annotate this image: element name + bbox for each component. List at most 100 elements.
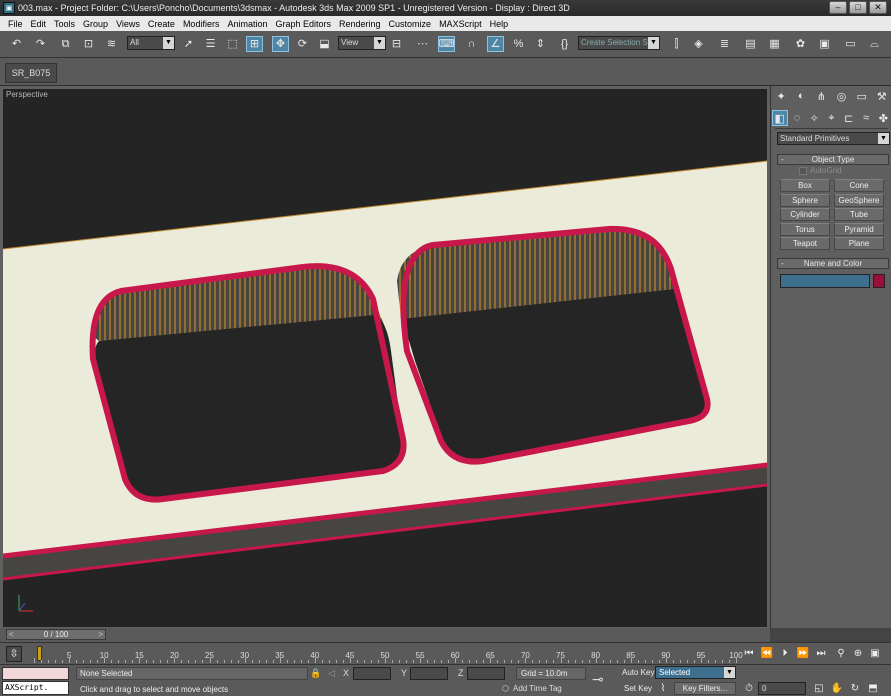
key-tangent-icon[interactable]: ⌇ <box>656 682 670 696</box>
add-time-tag[interactable]: ⬡ Add Time Tag <box>502 684 562 693</box>
play-icon[interactable]: ⏵ <box>778 647 792 661</box>
object-color-swatch[interactable] <box>873 274 885 288</box>
display-tab-icon[interactable]: ▭ <box>854 88 870 104</box>
menu-animation[interactable]: Animation <box>223 19 271 29</box>
next-frame-icon[interactable]: ⏩ <box>796 647 810 661</box>
pan-view-icon[interactable]: ✋ <box>830 682 844 696</box>
motion-tab-icon[interactable]: ◎ <box>834 88 850 104</box>
spinner-snap-icon[interactable]: ⇕ <box>532 36 549 52</box>
box-button[interactable]: Box <box>780 179 830 192</box>
unlink-icon[interactable]: ⊡ <box>80 36 97 52</box>
percent-snap-icon[interactable]: % <box>510 36 527 52</box>
align-icon[interactable]: ◈ <box>690 36 707 52</box>
zoom-all-icon[interactable]: ⊕ <box>851 647 865 661</box>
menu-edit[interactable]: Edit <box>27 19 51 29</box>
hierarchy-tab-icon[interactable]: ⋔ <box>813 88 829 104</box>
selection-lock-icon[interactable]: 🔒 <box>310 668 321 679</box>
zoom-extents-icon[interactable]: ▣ <box>868 647 882 661</box>
redo-icon[interactable]: ↷ <box>32 36 49 52</box>
prev-frame-icon[interactable]: ⏪ <box>760 647 774 661</box>
select-by-name-icon[interactable]: ☰ <box>202 36 219 52</box>
modify-tab-icon[interactable]: ◐ <box>793 88 809 104</box>
layer-manager-icon[interactable]: ≣ <box>716 36 733 52</box>
torus-button[interactable]: Torus <box>780 223 830 236</box>
orbit-icon[interactable]: ↻ <box>848 682 862 696</box>
absolute-mode-icon[interactable]: ◁ <box>328 668 335 679</box>
keyboard-shortcut-icon[interactable]: ⌨ <box>438 36 455 52</box>
z-coordinate-field[interactable] <box>467 667 505 680</box>
x-coordinate-field[interactable] <box>353 667 391 680</box>
select-and-link-icon[interactable]: ⧉ <box>57 36 74 52</box>
mirror-icon[interactable]: ⫿ <box>668 36 685 52</box>
viewport-label[interactable]: Perspective <box>6 90 48 99</box>
maximize-viewport-icon[interactable]: ⬒ <box>866 682 880 696</box>
select-move-icon[interactable]: ✥ <box>272 36 289 52</box>
undo-icon[interactable]: ↶ <box>8 36 25 52</box>
menu-modifiers[interactable]: Modifiers <box>179 19 224 29</box>
quick-render-icon[interactable]: ⌓ <box>866 36 883 52</box>
key-selection-dropdown[interactable]: Selected ▼ <box>655 666 736 679</box>
tube-button[interactable]: Tube <box>834 208 884 221</box>
time-cursor[interactable] <box>37 646 42 661</box>
go-to-start-icon[interactable]: ⏮ <box>742 647 756 661</box>
systems-icon[interactable]: ✤ <box>875 110 891 126</box>
menu-create[interactable]: Create <box>144 19 179 29</box>
plane-button[interactable]: Plane <box>834 237 884 250</box>
teapot-button[interactable]: Teapot <box>780 237 830 250</box>
close-button[interactable]: ✕ <box>869 1 887 14</box>
reference-coordinate-dropdown[interactable]: View ▼ <box>338 36 386 50</box>
material-editor-icon[interactable]: ✿ <box>792 36 809 52</box>
select-scale-icon[interactable]: ⬓ <box>316 36 333 52</box>
select-rotate-icon[interactable]: ⟳ <box>294 36 311 52</box>
autogrid-checkbox[interactable]: AutoGrid <box>799 166 842 175</box>
create-tab-icon[interactable]: ✦ <box>773 88 789 104</box>
pivot-center-icon[interactable]: ⊟ <box>388 36 405 52</box>
y-coordinate-field[interactable] <box>410 667 448 680</box>
render-setup-icon[interactable]: ▣ <box>816 36 833 52</box>
menu-maxscript[interactable]: MAXScript <box>435 19 486 29</box>
rectangular-selection-icon[interactable]: ⬚ <box>224 36 241 52</box>
prev-frame-arrow[interactable]: < <box>9 630 14 639</box>
select-object-icon[interactable]: ➚ <box>180 36 197 52</box>
maxscript-mini-listener[interactable]: AXScript. <box>2 681 69 695</box>
object-name-field[interactable] <box>780 274 870 288</box>
menu-file[interactable]: File <box>4 19 27 29</box>
zoom-region-icon[interactable]: ◱ <box>812 682 826 696</box>
menu-group[interactable]: Group <box>79 19 112 29</box>
helpers-icon[interactable]: ⊏ <box>841 110 857 126</box>
pyramid-button[interactable]: Pyramid <box>834 223 884 236</box>
ribbon-tab-sr-b075[interactable]: SR_B075 <box>5 63 57 83</box>
maxscript-listener-output[interactable] <box>2 667 69 680</box>
menu-rendering[interactable]: Rendering <box>335 19 385 29</box>
named-selection-dropdown[interactable]: Create Selection Se ▼ <box>578 36 660 50</box>
edit-named-selection-icon[interactable]: {} <box>556 36 573 52</box>
menu-graph-editors[interactable]: Graph Editors <box>271 19 335 29</box>
bind-space-warp-icon[interactable]: ≋ <box>103 36 120 52</box>
snap-toggle-icon[interactable]: ∩ <box>463 36 480 52</box>
name-and-color-rollout[interactable]: - Name and Color <box>777 258 889 269</box>
cylinder-button[interactable]: Cylinder <box>780 208 830 221</box>
maximize-button[interactable]: □ <box>849 1 867 14</box>
menu-views[interactable]: Views <box>112 19 144 29</box>
go-to-end-icon[interactable]: ⏭ <box>814 647 828 661</box>
menu-tools[interactable]: Tools <box>50 19 79 29</box>
space-warps-icon[interactable]: ≈ <box>858 110 874 126</box>
open-mini-curve-editor-icon[interactable]: ⇳ <box>6 646 22 662</box>
key-filters-button[interactable]: Key Filters... <box>674 682 736 695</box>
next-frame-arrow[interactable]: > <box>98 630 103 639</box>
selection-filter-dropdown[interactable]: All ▼ <box>127 36 175 50</box>
set-key-button[interactable]: Set Key <box>624 684 652 693</box>
minimize-button[interactable]: – <box>829 1 847 14</box>
schematic-view-icon[interactable]: ▦ <box>766 36 783 52</box>
geosphere-button[interactable]: GeoSphere <box>834 194 884 207</box>
utilities-tab-icon[interactable]: ⚒ <box>874 88 890 104</box>
zoom-icon[interactable]: ⚲ <box>834 647 848 661</box>
sphere-button[interactable]: Sphere <box>780 194 830 207</box>
select-manipulate-icon[interactable]: ⋯ <box>414 36 431 52</box>
curve-editor-icon[interactable]: ▤ <box>742 36 759 52</box>
window-crossing-icon[interactable]: ⊞ <box>246 36 263 52</box>
rendered-frame-icon[interactable]: ▭ <box>842 36 859 52</box>
auto-key-button[interactable]: Auto Key <box>622 668 654 677</box>
time-slider[interactable]: < 0 / 100 > <box>6 629 106 640</box>
app-icon[interactable]: ▣ <box>3 2 15 14</box>
